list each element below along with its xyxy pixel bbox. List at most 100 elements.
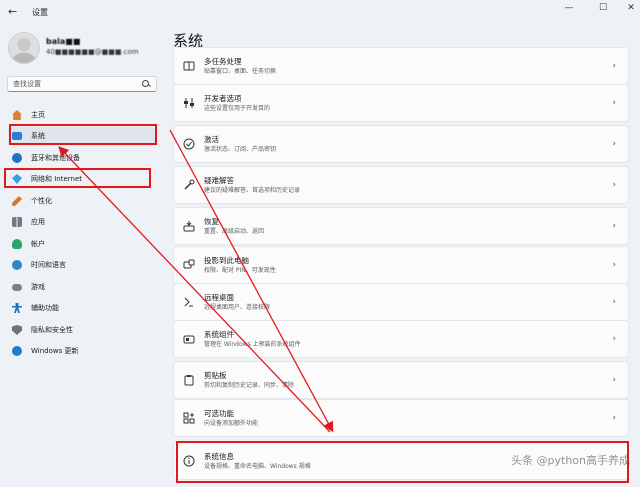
card-title: 系统组件 [204,329,234,339]
avatar [8,32,40,64]
settings-card-remote-desktop[interactable]: 远程桌面 远程桌面用户、连接权限 › [173,283,629,321]
sidebar-item-label: 隐私和安全性 [31,326,73,334]
settings-card-clipboard[interactable]: 剪贴板 剪切和复制历史记录、同步、清除 › [173,361,629,399]
card-subtitle: 剪切和复制历史记录、同步、清除 [204,381,295,389]
title-bar: ← 设置 [0,0,640,24]
gaming-icon [12,283,22,291]
card-title: 开发者选项 [204,93,242,103]
search-box[interactable] [7,76,157,92]
card-subtitle: 向设备添加额外功能 [204,419,259,427]
settings-card-developer[interactable]: 开发者选项 这些设置仅用于开发目的 › [173,84,629,122]
card-subtitle: 建议的疑难解答、首选项和历史记录 [204,186,301,194]
profile-name: bala■■ [46,37,81,46]
chevron-right-icon: › [612,180,616,190]
sidebar-item-personalization[interactable]: 个性化 [8,192,155,210]
sidebar-item-label: 辅助功能 [31,304,59,312]
sidebar-item-label: 时间和语言 [31,261,66,269]
sidebar-item-time-language[interactable]: 时间和语言 [8,256,155,274]
settings-card-optional-features[interactable]: 可选功能 向设备添加额外功能 › [173,399,629,437]
system-icon [12,132,22,140]
sidebar-item-apps[interactable]: 应用 [8,213,155,231]
card-title: 系统信息 [204,451,234,461]
clipboard-icon [183,374,195,386]
chevron-right-icon: › [612,297,616,307]
sidebar-item-label: 应用 [31,218,45,226]
recovery-icon [183,220,195,232]
card-subtitle: 这些设置仅用于开发目的 [204,104,271,112]
sidebar-item-label: 主页 [31,111,45,119]
card-subtitle: 贴靠窗口、桌面、任务切换 [204,67,277,75]
chevron-right-icon: › [612,375,616,385]
card-title: 恢复 [204,216,219,226]
maximize-button[interactable]: ☐ [590,0,616,16]
chevron-right-icon: › [612,61,616,71]
card-title: 多任务处理 [204,56,242,66]
close-button[interactable]: ✕ [618,0,640,16]
accessibility-icon [12,303,22,313]
chevron-right-icon: › [612,139,616,149]
profile-email: 40■■■■■■@■■■.com [46,48,139,56]
info-icon [183,455,195,467]
multitasking-icon [183,60,195,72]
card-subtitle: 远程桌面用户、连接权限 [204,303,271,311]
sidebar-item-label: 游戏 [31,283,45,291]
card-subtitle: 设备规格、重命名电脑、Windows 规格 [204,462,311,470]
developer-tools-icon [183,97,195,109]
windows-update-icon [12,346,22,356]
card-subtitle: 激活状态、订阅、产品密钥 [204,145,277,153]
sidebar-item-label: Windows 更新 [31,347,79,355]
settings-card-system-components[interactable]: 系统组件 管理在 Windows 上预装的系统组件 › [173,320,629,358]
card-subtitle: 管理在 Windows 上预装的系统组件 [204,340,301,348]
sidebar-item-gaming[interactable]: 游戏 [8,278,155,296]
privacy-shield-icon [12,325,22,335]
accounts-icon [12,239,22,249]
search-icon[interactable] [139,77,153,91]
card-title: 剪贴板 [204,370,227,380]
card-title: 投影到此电脑 [204,255,249,265]
apps-icon [12,217,22,227]
sidebar-item-label: 帐户 [31,240,45,248]
settings-card-multitasking[interactable]: 多任务处理 贴靠窗口、桌面、任务切换 › [173,47,629,85]
settings-card-recovery[interactable]: 恢复 重置、高级启动、返回 › [173,207,629,245]
sidebar-item-system[interactable]: 系统 [8,127,155,145]
minimize-button[interactable]: — [556,0,582,16]
settings-card-troubleshoot[interactable]: 疑难解答 建议的疑难解答、首选项和历史记录 › [173,166,629,204]
chevron-right-icon: › [612,98,616,108]
sidebar-item-label: 系统 [31,132,45,140]
sidebar-item-home[interactable]: 主页 [8,106,155,124]
remote-desktop-icon [183,296,195,308]
sidebar-item-label: 蓝牙和其他设备 [31,154,80,162]
network-icon [12,174,22,184]
card-subtitle: 权限、配对 PIN、可发现性 [204,266,276,274]
sidebar-item-accessibility[interactable]: 辅助功能 [8,299,155,317]
card-title: 远程桌面 [204,292,234,302]
card-title: 激活 [204,134,219,144]
chevron-right-icon: › [612,413,616,423]
troubleshoot-wrench-icon [183,179,195,191]
sidebar-item-label: 网络和 Internet [31,175,83,183]
watermark: 头条 @python高手养成 [511,454,630,467]
home-icon [12,110,22,120]
search-input[interactable] [8,80,139,88]
back-arrow-icon[interactable]: ← [8,6,18,17]
user-profile[interactable]: bala■■ 40■■■■■■@■■■.com [8,32,158,68]
system-components-icon [183,333,195,345]
window-title: 设置 [32,7,48,17]
bluetooth-icon [12,153,22,163]
chevron-right-icon: › [612,221,616,231]
sidebar-item-privacy[interactable]: 隐私和安全性 [8,321,155,339]
sidebar-item-windows-update[interactable]: Windows 更新 [8,342,155,360]
chevron-right-icon: › [612,334,616,344]
card-title: 可选功能 [204,408,234,418]
settings-card-project-to-pc[interactable]: 投影到此电脑 权限、配对 PIN、可发现性 › [173,246,629,284]
sidebar-item-bluetooth[interactable]: 蓝牙和其他设备 [8,149,155,167]
activation-check-icon [183,138,195,150]
settings-card-activation[interactable]: 激活 激活状态、订阅、产品密钥 › [173,125,629,163]
chevron-right-icon: › [612,260,616,270]
card-subtitle: 重置、高级启动、返回 [204,227,265,235]
sidebar-item-network[interactable]: 网络和 Internet [8,170,155,188]
optional-features-icon [183,412,195,424]
sidebar-item-accounts[interactable]: 帐户 [8,235,155,253]
sidebar-item-label: 个性化 [31,197,52,205]
personalization-icon [12,196,22,206]
